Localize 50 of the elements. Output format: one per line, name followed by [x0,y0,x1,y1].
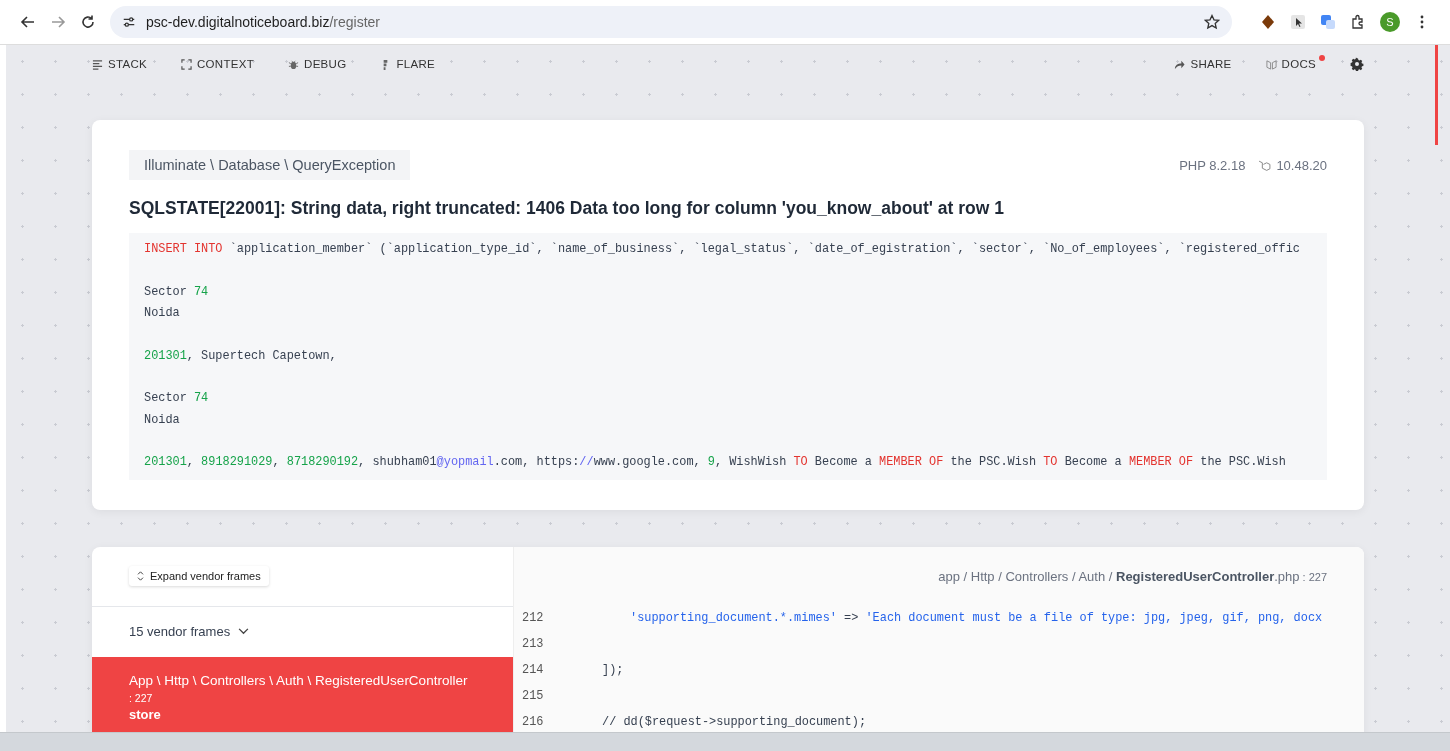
cursor-extension-icon[interactable] [1290,14,1306,30]
code-line: Noida [144,411,181,429]
laravel-version: 10.48.20 [1276,157,1327,173]
code-line: Sector 74 [144,390,210,407]
forward-icon[interactable] [50,14,66,30]
code-line: // dd($request->supporting_document); [602,714,866,729]
address-bar[interactable]: psc-dev.digitalnoticeboard.biz/register [110,6,1232,38]
nav-link[interactable]: STACK [92,58,147,70]
up-down-chevron-icon [137,571,144,581]
stack-frame[interactable]: App \ Http \ Controllers \ Auth \ RegisteredUserController : 227 store [92,656,513,732]
nav-link[interactable]: DEBUG [288,58,347,70]
exception-class: Illuminate \ Database \ QueryException [129,150,411,180]
scrollbar-thumb[interactable] [1435,45,1438,145]
reload-icon[interactable] [80,14,96,30]
share-icon [1174,58,1186,70]
exception-message: SQLSTATE[22001]: String data, right truncated: 1406 Data too long for column 'you_know_about' at row 1 [129,198,1005,219]
puzzle-icon[interactable] [1350,14,1366,30]
line-number: 214 [521,662,545,677]
nav-link[interactable]: SHARE [1174,58,1232,70]
nav-link[interactable]: CONTEXT [181,58,255,70]
line-number: 216 [521,714,545,729]
file-path: app / Http / Controllers / Auth / RegisteredUserController.php : 227 [937,568,1328,584]
code-line: ]); [602,662,624,677]
book-icon [1265,58,1277,70]
url-text: psc-dev.digitalnoticeboard.biz/register [146,14,381,30]
code-line: Sector 74 [144,283,210,301]
code-line: 201301, Supertech Capetown, [144,347,338,365]
settings-icon[interactable] [1350,57,1364,71]
nav-link[interactable]: FLARE [380,58,436,70]
chevron-down-icon [238,628,250,635]
code-line: 'supporting_document.*.mimes' => 'Each document must be a file of type: jpg, jpeg, gif, png, docx [630,610,1323,625]
php-version: PHP 8.2.18 [1179,157,1246,173]
vendor-frames-toggle[interactable]: 15 vendor frames [92,606,250,657]
nav-link[interactable]: DOCS [1265,58,1316,70]
bookmark-star-icon[interactable] [1204,14,1220,30]
back-icon[interactable] [20,14,36,30]
site-settings-icon[interactable] [122,15,136,29]
extension-icon[interactable] [1260,14,1276,30]
line-number: 215 [521,688,545,703]
code-line: Noida [144,305,181,322]
line-number: 213 [521,636,545,651]
list-icon [92,58,103,70]
profile-avatar[interactable]: S [1380,12,1400,32]
expand-vendor-frames-button[interactable]: Expand vendor frames [129,566,269,586]
bug-icon [288,58,300,70]
expand-icon [181,58,192,70]
code-line: INSERT INTO `application_member` (`application_type_id`, `name_of_business`, `legal_status`, `date_of_egistration`, `sector`, `No_of_employees`, `registered_offic [144,241,1301,258]
translate-icon[interactable] [1320,14,1336,30]
line-number: 212 [521,610,545,625]
code-line: 201301, 8918291029, 8718290192, shubham01@yopmail.com, https://www.google.com, 9, WishWish TO Become a MEMBER OF the PSC.Wish TO Become a MEMBER OF the PSC.Wish [144,454,1287,471]
